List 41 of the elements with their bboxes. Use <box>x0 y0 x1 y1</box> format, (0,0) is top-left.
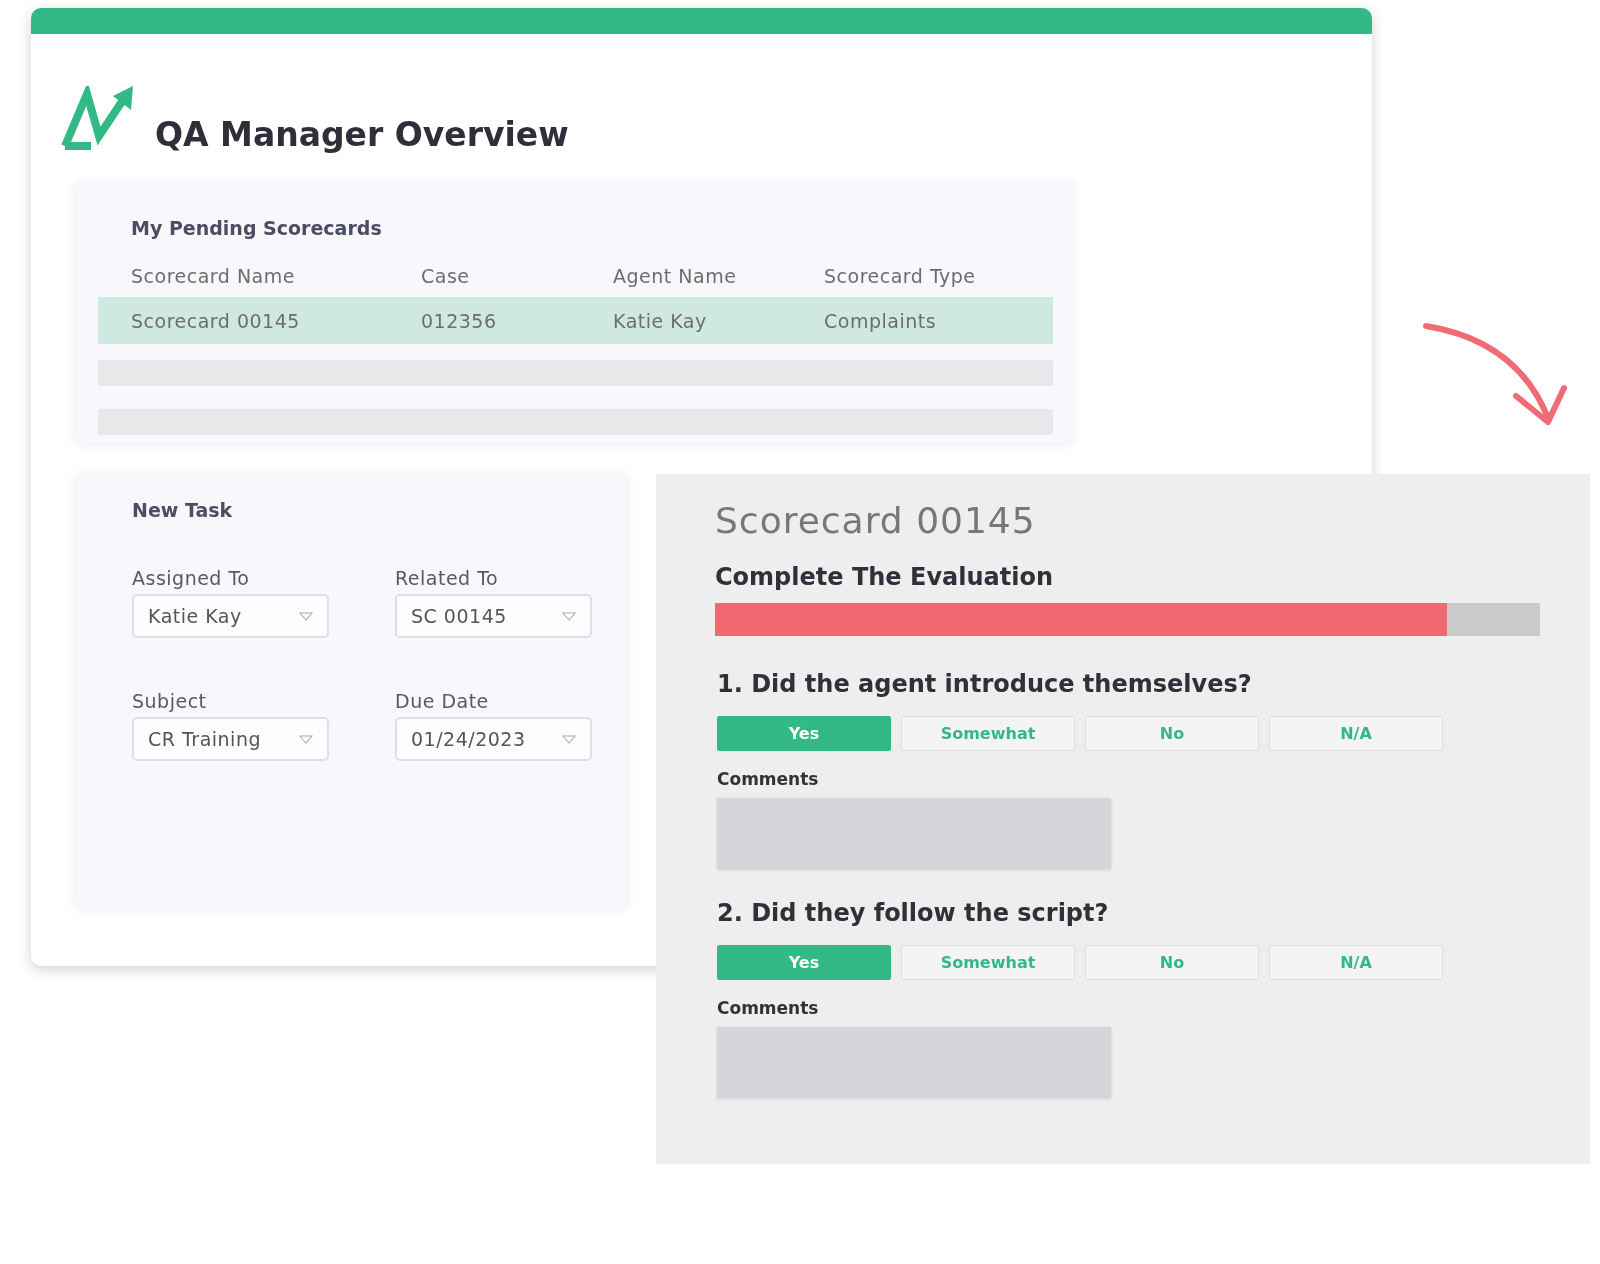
field-label: Related To <box>395 567 500 589</box>
column-header: Scorecard Name <box>131 265 296 287</box>
comments-label: Comments <box>717 998 820 1018</box>
section-heading: New Task <box>132 499 234 521</box>
answer-button[interactable]: N/A <box>1269 716 1443 751</box>
dropdown-field[interactable]: CR Training <box>132 717 329 761</box>
scorecard-title: Scorecard 00145 <box>715 500 1037 541</box>
dropdown-field[interactable]: Katie Kay <box>132 594 329 638</box>
caret-icon <box>562 611 576 621</box>
table-cell-text: Katie Kay <box>613 309 708 332</box>
answer-button[interactable]: Yes <box>717 716 891 751</box>
column-header: Scorecard Type <box>824 265 976 287</box>
answer-button[interactable]: Somewhat <box>901 945 1075 980</box>
column-header: Agent Name <box>613 265 738 287</box>
comments-field[interactable] <box>717 1027 1111 1098</box>
dropdown-field[interactable]: SC 00145 <box>395 594 592 638</box>
field-label: Subject <box>132 690 208 712</box>
table-cell: Complaints <box>824 309 937 332</box>
comments-field[interactable] <box>717 798 1111 869</box>
field-label: Due Date <box>395 690 490 712</box>
caret-icon <box>299 734 313 744</box>
page-title: QA Manager Overview <box>155 115 569 154</box>
zigzag-arrow-icon <box>61 86 135 152</box>
question-text: 2. Did they follow the script? <box>717 899 1110 927</box>
answer-button[interactable]: No <box>1085 945 1259 980</box>
comments-label: Comments <box>717 769 820 789</box>
answer-button[interactable]: No <box>1085 716 1259 751</box>
section-heading: Complete The Evaluation <box>715 563 1054 591</box>
section-heading: My Pending Scorecards <box>130 217 383 239</box>
answer-button[interactable]: Somewhat <box>901 716 1075 751</box>
field-label: Assigned To <box>132 567 251 589</box>
answer-button[interactable]: N/A <box>1269 945 1443 980</box>
answer-button[interactable]: Yes <box>717 945 891 980</box>
table-row[interactable]: Scorecard 00145 012356 Katie Kay Complaints <box>98 297 1053 344</box>
question-text: 1. Did the agent introduce themselves? <box>717 670 1253 698</box>
caret-icon <box>299 611 313 621</box>
dropdown-field[interactable]: 01/24/2023 <box>395 717 592 761</box>
table-cell-text: Scorecard 00145 <box>131 309 301 332</box>
column-header: Case <box>421 265 471 287</box>
caret-icon <box>562 734 576 744</box>
table-cell-text: 012356 <box>421 309 498 332</box>
